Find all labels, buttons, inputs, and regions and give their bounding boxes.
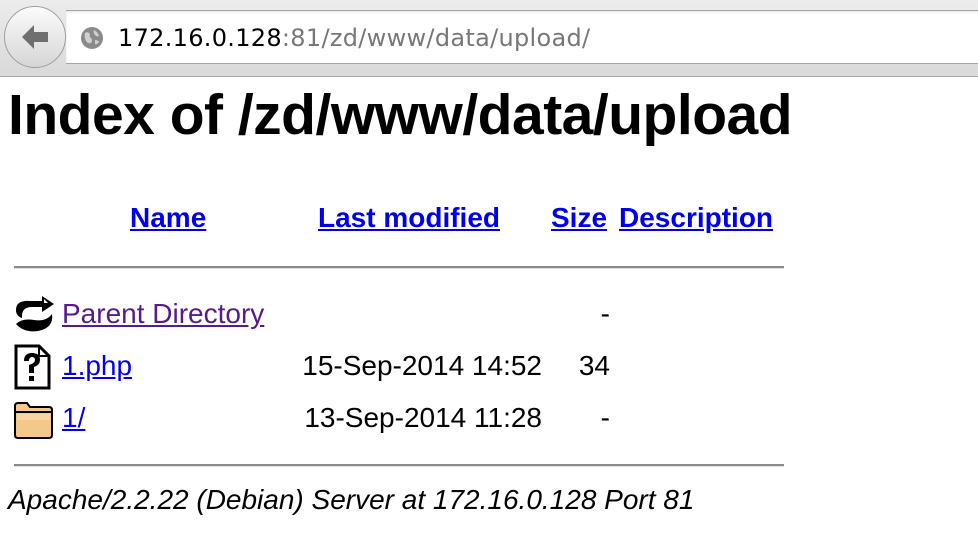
top-divider [14,266,784,269]
address-bar[interactable]: 172.16.0.128:81/zd/www/data/upload/ [66,10,978,64]
globe-icon [81,27,103,49]
unknown-file-icon [14,344,51,390]
last-modified: 13-Sep-2014 11:28 [304,402,542,433]
page-title: Index of /zd/www/data/upload [8,83,793,147]
last-modified: 15-Sep-2014 14:52 [302,350,542,381]
parent-directory-icon [16,296,54,332]
url-host: 172.16.0.128 [118,24,282,52]
parent-directory-link[interactable]: Parent Directory [62,298,264,330]
server-signature: Apache/2.2.22 (Debian) Server at 172.16.… [8,484,695,515]
back-arrow-icon [22,25,48,49]
column-header-size[interactable]: Size [551,202,607,234]
column-header-description[interactable]: Description [619,202,773,234]
url-path: :81/zd/www/data/upload/ [281,24,591,52]
column-header-last-modified[interactable]: Last modified [318,202,500,234]
folder-icon [14,402,53,439]
file-size: - [600,298,610,329]
file-link[interactable]: 1.php [62,350,132,382]
url-text[interactable]: 172.16.0.128:81/zd/www/data/upload/ [118,24,590,52]
column-header-name[interactable]: Name [130,202,206,234]
file-size: 34 [578,350,610,381]
browser-toolbar: 172.16.0.128:81/zd/www/data/upload/ [0,0,978,77]
back-button[interactable] [4,6,66,68]
bottom-divider [14,464,784,467]
file-size: - [600,402,610,433]
folder-link[interactable]: 1/ [62,402,85,434]
